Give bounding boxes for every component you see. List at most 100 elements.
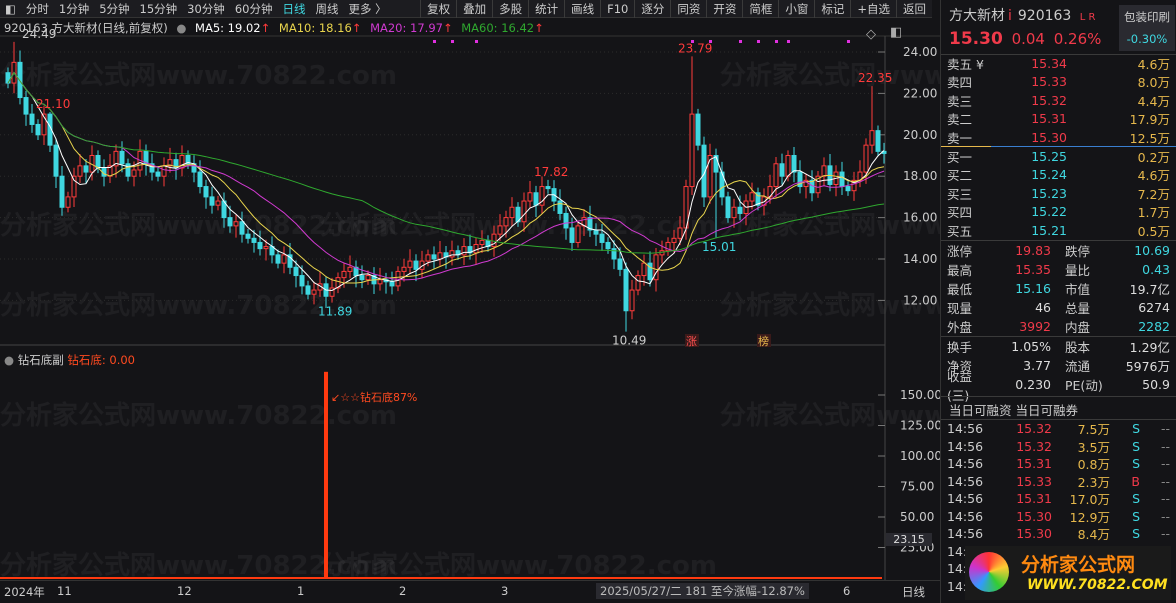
book-row[interactable]: 买四 15.22 1.7万	[941, 203, 1176, 222]
candle-body	[131, 169, 137, 177]
price-line: 15.30 0.04 0.26%	[949, 29, 1101, 49]
book-row[interactable]: 卖二 15.31 17.9万	[941, 110, 1176, 129]
level-label: 卖五 ¥	[947, 56, 984, 72]
trade-row: 14:56 15.31 0.8万 S --	[941, 455, 1176, 473]
candle-body	[83, 165, 89, 173]
stat-value: 5976万	[1125, 359, 1170, 374]
level-label: 卖二	[947, 112, 973, 128]
margin-financing-tab[interactable]: 当日可融资	[949, 403, 1012, 418]
candle-body	[95, 155, 101, 169]
level-price: 15.22	[1031, 204, 1067, 220]
level-label: 买一	[947, 149, 973, 165]
stat-label: 换手	[947, 340, 973, 355]
stat-value: 2282	[1138, 319, 1170, 334]
trade-side: S	[1132, 421, 1140, 437]
candle-body	[281, 254, 287, 264]
level-price: 15.25	[1031, 148, 1067, 164]
candle-body	[239, 221, 245, 235]
candle-body	[557, 200, 563, 214]
book-row[interactable]: 卖四 15.33 8.0万	[941, 73, 1176, 92]
candle-body	[77, 165, 83, 177]
price-change-pct: 0.26%	[1053, 30, 1102, 48]
candle-body	[533, 192, 539, 206]
stat-label: 现量	[947, 301, 973, 316]
stat-label: 股本	[1065, 340, 1091, 355]
signal-dot	[739, 40, 742, 43]
trade-side: S	[1132, 526, 1140, 542]
candle-body	[449, 250, 455, 258]
sub-tick-label: 50.00	[900, 510, 934, 524]
candle-body	[563, 212, 569, 229]
stat-row: 最低 15.16 市值 19.7亿	[941, 279, 1176, 298]
stat-label: 收益(三)	[947, 368, 973, 403]
candle-body	[401, 266, 407, 272]
diamond-icon[interactable]: ◇	[866, 27, 876, 42]
candle-body	[53, 144, 59, 177]
candle-body	[161, 165, 167, 177]
stat-label: 外盘	[947, 320, 973, 335]
trade-volume: 2.3万	[1077, 474, 1110, 490]
book-row[interactable]: 卖五 ¥ 15.34 4.6万	[941, 54, 1176, 73]
sub-settings-icon[interactable]: ●	[4, 353, 14, 367]
flower-logo-icon	[969, 552, 1009, 592]
stat-label: 量比	[1065, 263, 1091, 278]
trade-extra: --	[1160, 473, 1170, 489]
sub-tick-label: 100.00	[900, 449, 940, 463]
trade-extra: --	[1160, 421, 1170, 437]
logo-title: 分析家公式网	[1021, 554, 1136, 576]
sector-pct: -0.30%	[1126, 32, 1168, 46]
stat-value: 46	[1035, 300, 1051, 315]
level-label: 卖一	[947, 130, 973, 146]
candle-body	[245, 233, 251, 239]
candle-body	[251, 237, 257, 243]
month-label: 1	[297, 584, 305, 598]
candle-body	[617, 258, 623, 270]
candle-body	[545, 186, 551, 190]
kline-chart[interactable]: 24.00 22.00 20.00 18.00 16.00 14.00 12.00 24.49…	[0, 0, 940, 580]
stat-label: 内盘	[1065, 320, 1091, 335]
lr-badge: L R	[1079, 12, 1096, 23]
info-flag[interactable]: i	[1008, 8, 1012, 24]
candle-body	[641, 262, 647, 277]
signal-dot	[451, 40, 454, 43]
price-annotation: 17.82	[534, 165, 568, 179]
level-label: 卖四	[947, 75, 973, 91]
period-label[interactable]: 日线	[902, 584, 925, 600]
book-row[interactable]: 卖三 15.32 4.4万	[941, 91, 1176, 110]
candle-body	[293, 266, 299, 277]
price-annotation: 23.79	[678, 41, 712, 55]
candle-body	[731, 206, 737, 219]
layout-toggle-icon[interactable]: ◧	[890, 25, 902, 40]
logo-url: WWW.70822.COM	[1027, 577, 1168, 593]
level-label: 买二	[947, 168, 973, 184]
trade-row: 14:56 15.32 7.5万 S --	[941, 420, 1176, 438]
book-row[interactable]: 买一 15.25 0.2万	[941, 147, 1176, 166]
time-axis: 2024年 2025/05/27/二 181 至今涨幅-12.87% 日线 11…	[0, 580, 940, 603]
sector-box[interactable]: 包装印刷 -0.30%	[1119, 5, 1175, 51]
book-row[interactable]: 买三 15.23 7.2万	[941, 184, 1176, 203]
last-price: 15.30	[949, 29, 1003, 49]
signal-dot	[475, 40, 478, 43]
margin-securities-tab[interactable]: 当日可融券	[1016, 403, 1079, 418]
price-annotation: 15.01	[702, 240, 736, 254]
quote-panel: 方大新材 i 920163 L R 15.30 0.04 0.26% 包装印刷 -0…	[940, 0, 1176, 603]
candle-body	[227, 217, 233, 227]
level-price: 15.31	[1031, 111, 1067, 127]
candle-body	[119, 150, 125, 165]
sub-current-value: 23.15	[886, 533, 932, 546]
level-price: 15.24	[1031, 167, 1067, 183]
book-row[interactable]: 卖一 15.30 12.5万	[941, 128, 1176, 147]
trade-volume: 8.4万	[1077, 527, 1110, 543]
level-volume: 0.5万	[1137, 223, 1170, 239]
sub-tick-label: 75.00	[900, 480, 934, 494]
trade-side: S	[1132, 508, 1140, 524]
book-row[interactable]: 买五 15.21 0.5万	[941, 221, 1176, 240]
candle-body	[431, 254, 437, 260]
book-row[interactable]: 买二 15.24 4.6万	[941, 166, 1176, 185]
level-volume: 8.0万	[1137, 75, 1170, 91]
level-volume: 0.2万	[1137, 149, 1170, 165]
price-tick-label: 22.00	[903, 86, 937, 100]
level-price: 15.30	[1031, 129, 1067, 145]
trade-time: 14:56	[947, 508, 984, 524]
trade-extra: --	[1160, 438, 1170, 454]
